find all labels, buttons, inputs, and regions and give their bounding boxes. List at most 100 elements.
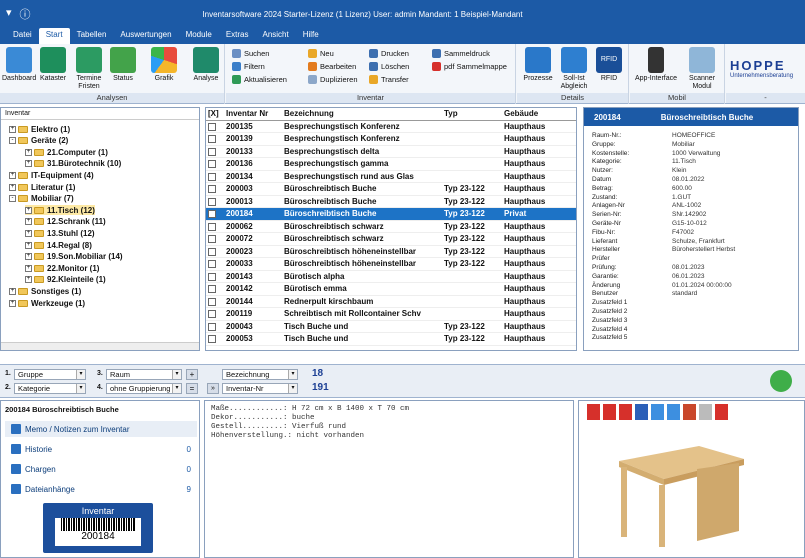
row-checkbox-cell[interactable] — [206, 320, 224, 333]
column-gebaeude[interactable]: Gebäude — [502, 108, 576, 121]
tree-node[interactable]: +19.Son.Mobiliar (14) — [25, 252, 123, 262]
row-checkbox[interactable] — [208, 285, 216, 294]
remove-group-icon[interactable]: = — [186, 383, 198, 394]
tree-node[interactable]: +11.Tisch (12) — [25, 205, 95, 216]
pdf-file-icon[interactable] — [715, 404, 728, 420]
table-row[interactable]: 200143 Bürotisch alpha Haupthaus — [206, 270, 576, 283]
pdf-file-icon[interactable] — [619, 404, 632, 420]
column-bezeichnung[interactable]: Bezeichnung — [282, 108, 442, 121]
transfer-button[interactable]: Transfer — [369, 74, 409, 85]
expand-icon[interactable]: + — [25, 148, 32, 156]
table-row[interactable]: 200134 Besprechungstisch rund aus Glas Hau… — [206, 170, 576, 183]
expand-icon[interactable]: + — [25, 276, 32, 284]
expand-icon[interactable]: + — [25, 241, 32, 249]
word-file-icon[interactable] — [635, 404, 648, 420]
status-button[interactable]: Status — [107, 47, 139, 83]
menu-datei[interactable]: Datei — [6, 28, 39, 44]
menu-auswertungen[interactable]: Auswertungen — [113, 28, 178, 44]
user-status-icon[interactable] — [770, 370, 792, 392]
collapse-icon[interactable]: - — [9, 137, 16, 145]
row-checkbox[interactable] — [208, 222, 216, 231]
pdf-file-icon[interactable] — [603, 404, 616, 420]
quick-access-dropdown-icon[interactable]: ▾ — [6, 6, 12, 22]
tree-node[interactable]: +21.Computer (1) — [25, 147, 108, 157]
expand-icon[interactable]: + — [25, 206, 32, 214]
add-group-icon[interactable]: + — [186, 369, 198, 380]
suchen-button[interactable]: Suchen — [232, 48, 269, 59]
expand-icon[interactable]: + — [25, 160, 32, 168]
tree-node[interactable]: + IT-Equipment (4) — [9, 170, 94, 180]
tree-node[interactable]: + Sonstiges (1) — [9, 286, 81, 296]
row-checkbox-cell[interactable] — [206, 132, 224, 146]
group-level-2-select[interactable]: Kategorie ▾ — [14, 383, 86, 394]
row-checkbox[interactable] — [208, 322, 216, 331]
grafik-button[interactable]: Grafik — [148, 47, 180, 83]
aktualisieren-button[interactable]: Aktualisieren — [232, 74, 287, 85]
expand-icon[interactable]: + — [9, 183, 16, 191]
tree-node[interactable]: + Werkzeuge (1) — [9, 298, 85, 308]
row-checkbox[interactable] — [208, 210, 216, 219]
tree-node[interactable]: +22.Monitor (1) — [25, 263, 99, 273]
table-row[interactable]: 200062 Büroschreibtisch schwarz Typ 23-122… — [206, 220, 576, 233]
menu-tabellen[interactable]: Tabellen — [70, 28, 114, 44]
row-checkbox[interactable] — [208, 135, 216, 144]
row-checkbox-cell[interactable] — [206, 157, 224, 171]
row-checkbox-cell[interactable] — [206, 282, 224, 296]
row-checkbox-cell[interactable] — [206, 207, 224, 221]
loeschen-button[interactable]: Löschen — [369, 61, 409, 72]
column-select[interactable]: [X] — [206, 108, 224, 121]
expand-icon[interactable]: + — [25, 229, 32, 237]
dashboard-button[interactable]: Dashboard — [2, 47, 36, 83]
column-typ[interactable]: Typ — [442, 108, 502, 121]
table-row[interactable]: 200119 Schreibtisch mit Rollcontainer Sch… — [206, 307, 576, 321]
row-checkbox[interactable] — [208, 197, 216, 206]
termine-button[interactable]: Termine Fristen — [72, 47, 106, 91]
tree-node[interactable]: - Geräte (2) — [9, 136, 68, 146]
table-row[interactable]: 200053 Tisch Buche und Typ 23-122 Haupthaus — [206, 332, 576, 346]
kataster-button[interactable]: Kataster — [37, 47, 69, 83]
row-checkbox[interactable] — [208, 235, 216, 244]
row-checkbox[interactable] — [208, 272, 216, 281]
row-checkbox[interactable] — [208, 335, 216, 344]
powerpoint-file-icon[interactable] — [683, 404, 696, 420]
expand-icon[interactable]: + — [25, 218, 32, 226]
duplizieren-button[interactable]: Duplizieren — [308, 74, 358, 85]
table-row[interactable]: 200139 Besprechungstisch Konferenz Hauptha… — [206, 132, 576, 146]
table-row[interactable]: 200144 Rednerpult kirschbaum Haupthaus — [206, 295, 576, 308]
tree-node[interactable]: +31.Bürotechnik (10) — [25, 159, 121, 169]
tree-node[interactable]: - Mobiliar (7) — [9, 194, 74, 204]
memo-tab[interactable]: Memo / Notizen zum Inventar — [5, 421, 197, 437]
table-row[interactable]: 200043 Tisch Buche und Typ 23-122 Haupthaus — [206, 320, 576, 333]
tree-node[interactable]: + Elektro (1) — [9, 124, 70, 134]
tree-node[interactable]: +14.Regal (8) — [25, 240, 92, 250]
soll-ist-button[interactable]: Soll-Ist Abgleich — [557, 47, 591, 91]
collapse-icon[interactable]: - — [9, 195, 16, 203]
menu-ansicht[interactable]: Ansicht — [255, 28, 295, 44]
sort-1-select[interactable]: Bezeichnung ▾ — [222, 369, 298, 380]
expand-icon[interactable]: + — [9, 299, 16, 307]
row-checkbox[interactable] — [208, 297, 216, 306]
sammeldruck-button[interactable]: Sammeldruck — [432, 48, 490, 59]
table-row[interactable]: 200003 Büroschreibtisch Buche Typ 23-122 Ha… — [206, 182, 576, 196]
table-row[interactable]: 200142 Bürotisch emma Haupthaus — [206, 282, 576, 296]
row-checkbox[interactable] — [208, 185, 216, 194]
row-checkbox-cell[interactable] — [206, 270, 224, 283]
filtern-button[interactable]: Filtern — [232, 61, 265, 72]
table-row[interactable]: 200184 Büroschreibtisch Buche Typ 23-122 Pr… — [206, 207, 576, 221]
historie-tab[interactable]: Historie 0 — [5, 441, 197, 457]
row-checkbox[interactable] — [208, 260, 216, 269]
row-checkbox[interactable] — [208, 147, 216, 156]
expand-icon[interactable]: + — [9, 125, 16, 133]
row-checkbox[interactable] — [208, 247, 216, 256]
app-interface-button[interactable]: App-Interface — [634, 47, 678, 83]
memo-text[interactable]: Maße............: H 72 cm x B 1400 x T 7… — [204, 400, 574, 558]
table-row[interactable]: 200133 Besprechungstisch delta Haupthaus — [206, 145, 576, 158]
row-checkbox-cell[interactable] — [206, 257, 224, 271]
sort-direction-icon[interactable]: » — [207, 383, 219, 394]
row-checkbox-cell[interactable] — [206, 170, 224, 183]
info-icon[interactable]: ⓘ — [20, 6, 31, 22]
row-checkbox[interactable] — [208, 122, 216, 131]
table-row[interactable]: 200072 Büroschreibtisch schwarz Typ 23-122… — [206, 232, 576, 246]
prozesse-button[interactable]: Prozesse — [521, 47, 555, 83]
table-row[interactable]: 200136 Besprechungstisch gamma Haupthaus — [206, 157, 576, 171]
